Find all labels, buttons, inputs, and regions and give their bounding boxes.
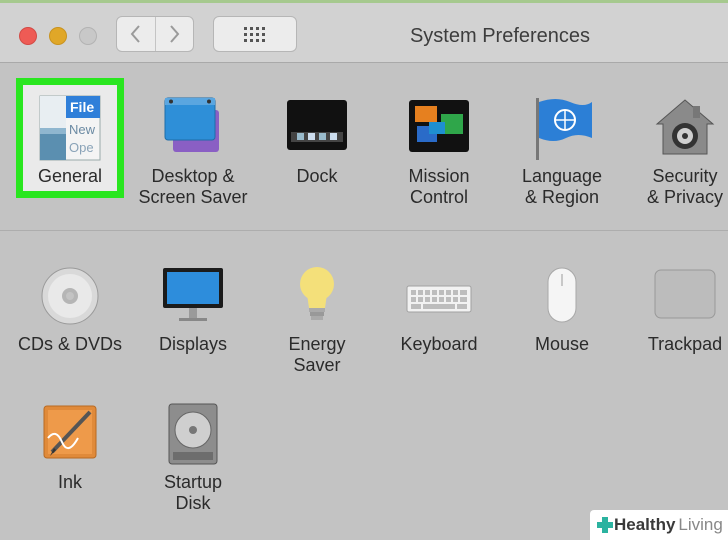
dock-icon: [281, 92, 353, 164]
pref-label: Ink: [57, 472, 82, 492]
svg-text:Ope: Ope: [69, 140, 94, 155]
pref-label: Energy Saver: [288, 334, 346, 375]
pref-displays[interactable]: Displays: [131, 260, 255, 355]
window-title: System Preferences: [409, 25, 591, 47]
cross-icon: [597, 517, 613, 533]
pref-desktop-screen-saver[interactable]: Desktop & Screen Saver: [131, 92, 255, 208]
general-icon: File New Ope: [34, 92, 106, 164]
pref-label: Language & Region: [521, 166, 603, 207]
grid-icon: [244, 27, 265, 42]
svg-text:File: File: [70, 99, 94, 115]
desktop-screen-saver-icon: [157, 92, 229, 164]
language-region-icon: [526, 92, 598, 164]
trackpad-icon: [649, 260, 721, 332]
svg-text:New: New: [69, 122, 96, 137]
pref-label: Mission Control: [408, 166, 470, 207]
chevron-left-icon: [130, 25, 140, 43]
pref-energy-saver[interactable]: Energy Saver: [255, 260, 379, 376]
startup-disk-icon: [157, 398, 229, 470]
pref-security-privacy[interactable]: Security & Privacy: [623, 92, 728, 208]
navigation-buttons: [116, 16, 194, 52]
displays-icon: [157, 260, 229, 332]
pref-label: General: [37, 166, 103, 186]
pref-general[interactable]: File New Ope General: [8, 92, 132, 187]
back-button[interactable]: [117, 17, 155, 51]
pref-mouse[interactable]: Mouse: [500, 260, 624, 355]
section-divider: [0, 230, 728, 231]
ink-icon: [34, 398, 106, 470]
pref-ink[interactable]: Ink: [8, 398, 132, 493]
close-button[interactable]: [19, 27, 37, 45]
watermark: Healthy Living: [590, 510, 728, 540]
pref-cds-dvds[interactable]: CDs & DVDs: [8, 260, 132, 355]
pref-language-region[interactable]: Language & Region: [500, 92, 624, 208]
energy-saver-icon: [281, 260, 353, 332]
keyboard-icon: [403, 260, 475, 332]
pref-label: Desktop & Screen Saver: [138, 166, 248, 207]
pref-dock[interactable]: Dock: [255, 92, 379, 187]
pref-trackpad[interactable]: Trackpad: [623, 260, 728, 355]
pref-label: Displays: [158, 334, 228, 354]
cd-dvd-icon: [34, 260, 106, 332]
pref-label: Startup Disk: [163, 472, 223, 513]
show-all-button[interactable]: [213, 16, 297, 52]
minimize-button[interactable]: [49, 27, 67, 45]
chevron-right-icon: [170, 25, 180, 43]
pref-label: Keyboard: [400, 334, 478, 354]
title-bar: System Preferences: [0, 3, 728, 63]
mission-control-icon: [403, 92, 475, 164]
pref-label: Dock: [296, 166, 338, 186]
pref-keyboard[interactable]: Keyboard: [377, 260, 501, 355]
zoom-button[interactable]: [79, 27, 97, 45]
pref-label: CDs & DVDs: [17, 334, 122, 354]
mouse-icon: [526, 260, 598, 332]
pref-label: Mouse: [534, 334, 590, 354]
pref-mission-control[interactable]: Mission Control: [377, 92, 501, 208]
pref-label: Trackpad: [647, 334, 723, 354]
pref-label: Security & Privacy: [646, 166, 724, 207]
security-privacy-icon: [649, 92, 721, 164]
watermark-brand-suffix: Living: [678, 515, 723, 534]
forward-button[interactable]: [154, 17, 194, 51]
watermark-brand: Healthy: [614, 515, 676, 534]
pref-startup-disk[interactable]: Startup Disk: [131, 398, 255, 514]
